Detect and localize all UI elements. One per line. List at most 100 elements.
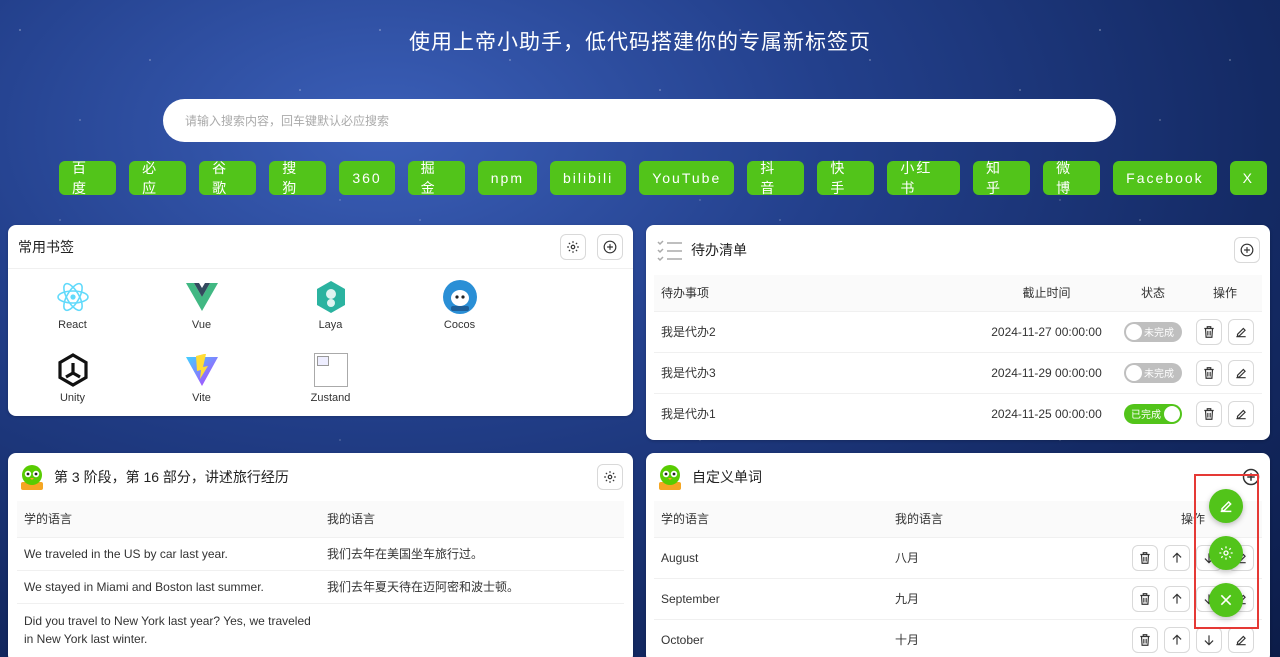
status-toggle[interactable]: 未完成 xyxy=(1124,362,1182,383)
table-row: August 八月 xyxy=(654,536,1262,578)
gear-icon xyxy=(604,471,616,483)
move-up-button[interactable] xyxy=(1164,626,1190,653)
engine-button[interactable]: 百度 xyxy=(59,160,117,196)
bookmark-react[interactable]: React xyxy=(8,279,137,352)
bookmarks-header: 常用书签 xyxy=(8,225,633,269)
phrase-learn: Did you travel to New York last year? Ye… xyxy=(17,602,320,656)
phrase-mine xyxy=(320,602,624,656)
table-row: 我是代办1 2024-11-25 00:00:00 已完成 xyxy=(654,392,1262,434)
cocos-logo-icon xyxy=(442,279,478,315)
edit-button[interactable] xyxy=(1228,400,1254,427)
move-up-button[interactable] xyxy=(1164,544,1190,571)
vue-logo-icon xyxy=(184,279,220,315)
plus-circle-icon xyxy=(603,240,617,253)
engine-button[interactable]: 知乎 xyxy=(973,160,1031,196)
plus-circle-icon xyxy=(1240,243,1254,257)
phrases-card: 第 3 阶段，第 16 部分，讲述旅行经历 学的语言 我的语言 We trave… xyxy=(8,453,633,657)
toggle-knob xyxy=(1126,364,1142,381)
word-learn: October xyxy=(654,618,888,657)
phrases-settings-button[interactable] xyxy=(597,464,623,490)
bookmark-zustand[interactable]: Zustand xyxy=(266,352,395,416)
bookmarks-add-button[interactable] xyxy=(597,233,623,260)
phrase-learn: We stayed in Miami and Boston last summe… xyxy=(17,569,320,603)
todo-deadline: 2024-11-27 00:00:00 xyxy=(975,310,1118,352)
engine-button[interactable]: 360 xyxy=(339,161,395,195)
phrase-mine: 我们去年在美国坐车旅行过。 xyxy=(320,536,624,570)
table-row: We stayed in Miami and Boston last summe… xyxy=(17,569,624,603)
words-col-mine: 我的语言 xyxy=(888,501,1124,537)
bookmark-laya[interactable]: Laya xyxy=(266,279,395,352)
bookmark-label: Zustand xyxy=(310,392,351,404)
todo-item: 我是代办3 xyxy=(654,351,975,393)
pencil-icon xyxy=(1236,409,1246,419)
table-row: We traveled in the US by car last year. … xyxy=(17,536,624,570)
word-learn: August xyxy=(654,536,888,578)
engine-button[interactable]: Facebook xyxy=(1113,161,1217,195)
word-mine: 九月 xyxy=(888,577,1124,619)
toggle-label: 未完成 xyxy=(1144,328,1174,339)
words-card: 自定义单词 学的语言 我的语言 操作 August 八月 September 九… xyxy=(646,453,1270,657)
table-row: October 十月 xyxy=(654,618,1262,657)
engine-button[interactable]: bilibili xyxy=(549,161,627,195)
bookmark-vue[interactable]: Vue xyxy=(137,279,266,352)
unity-logo-icon xyxy=(55,352,91,388)
engine-button[interactable]: 微博 xyxy=(1043,160,1101,196)
trash-icon xyxy=(1140,592,1150,605)
laya-logo-icon xyxy=(313,279,349,315)
todo-table: 待办事项 截止时间 状态 操作 我是代办2 2024-11-27 00:00:0… xyxy=(654,275,1262,434)
todo-header: 待办清单 xyxy=(646,225,1270,275)
bookmarks-title: 常用书签 xyxy=(18,238,74,255)
delete-button[interactable] xyxy=(1132,626,1158,653)
bookmark-cocos[interactable]: Cocos xyxy=(395,279,524,352)
gear-icon xyxy=(567,240,579,253)
toggle-knob xyxy=(1126,323,1142,340)
delete-button[interactable] xyxy=(1196,359,1222,386)
bookmark-vite[interactable]: Vite xyxy=(137,352,266,416)
engine-button[interactable]: YouTube xyxy=(639,161,735,195)
move-up-button[interactable] xyxy=(1164,585,1190,612)
engine-button[interactable]: 搜狗 xyxy=(269,160,327,196)
delete-button[interactable] xyxy=(1132,544,1158,571)
engine-button[interactable]: 小红书 xyxy=(887,160,961,196)
arrow-down-icon xyxy=(1204,635,1214,646)
bookmark-label: Laya xyxy=(318,319,343,331)
move-down-button[interactable] xyxy=(1196,626,1222,653)
vite-logo-icon xyxy=(184,352,220,388)
words-col-learn: 学的语言 xyxy=(654,501,888,537)
engine-button[interactable]: 必应 xyxy=(129,160,187,196)
todo-item: 我是代办1 xyxy=(654,392,975,434)
engine-button[interactable]: 谷歌 xyxy=(199,160,257,196)
phrases-header: 第 3 阶段，第 16 部分，讲述旅行经历 xyxy=(8,453,633,501)
todo-deadline: 2024-11-25 00:00:00 xyxy=(975,392,1118,434)
engine-button[interactable]: 抖音 xyxy=(747,160,805,196)
edit-button[interactable] xyxy=(1228,626,1254,653)
todo-title: 待办清单 xyxy=(691,242,747,258)
todo-add-button[interactable] xyxy=(1234,237,1260,263)
arrow-up-icon xyxy=(1172,634,1182,645)
word-mine: 十月 xyxy=(888,618,1124,657)
engine-button[interactable]: X xyxy=(1229,161,1267,195)
status-toggle[interactable]: 已完成 xyxy=(1124,403,1182,424)
bookmark-label: Cocos xyxy=(443,319,476,331)
bookmark-unity[interactable]: Unity xyxy=(8,352,137,416)
delete-button[interactable] xyxy=(1132,585,1158,612)
bookmark-label: React xyxy=(58,319,87,331)
broken-image-icon xyxy=(313,352,349,388)
delete-button[interactable] xyxy=(1196,318,1222,345)
edit-button[interactable] xyxy=(1228,318,1254,345)
trash-icon xyxy=(1204,407,1214,420)
bookmark-label: Vite xyxy=(192,392,211,404)
engine-button[interactable]: 掘金 xyxy=(407,160,465,196)
status-toggle[interactable]: 未完成 xyxy=(1124,321,1182,342)
pencil-icon xyxy=(1236,327,1246,337)
bookmark-grid: React Vue Laya Cocos Unity Vite Zustand xyxy=(8,269,633,416)
search-input[interactable] xyxy=(163,99,1116,142)
trash-icon xyxy=(1204,366,1214,379)
phrases-title: 第 3 阶段，第 16 部分，讲述旅行经历 xyxy=(54,469,289,485)
word-learn: September xyxy=(654,577,888,619)
edit-button[interactable] xyxy=(1228,359,1254,386)
delete-button[interactable] xyxy=(1196,400,1222,427)
engine-button[interactable]: npm xyxy=(477,161,537,195)
engine-button[interactable]: 快手 xyxy=(817,160,875,196)
bookmarks-settings-button[interactable] xyxy=(560,233,586,260)
